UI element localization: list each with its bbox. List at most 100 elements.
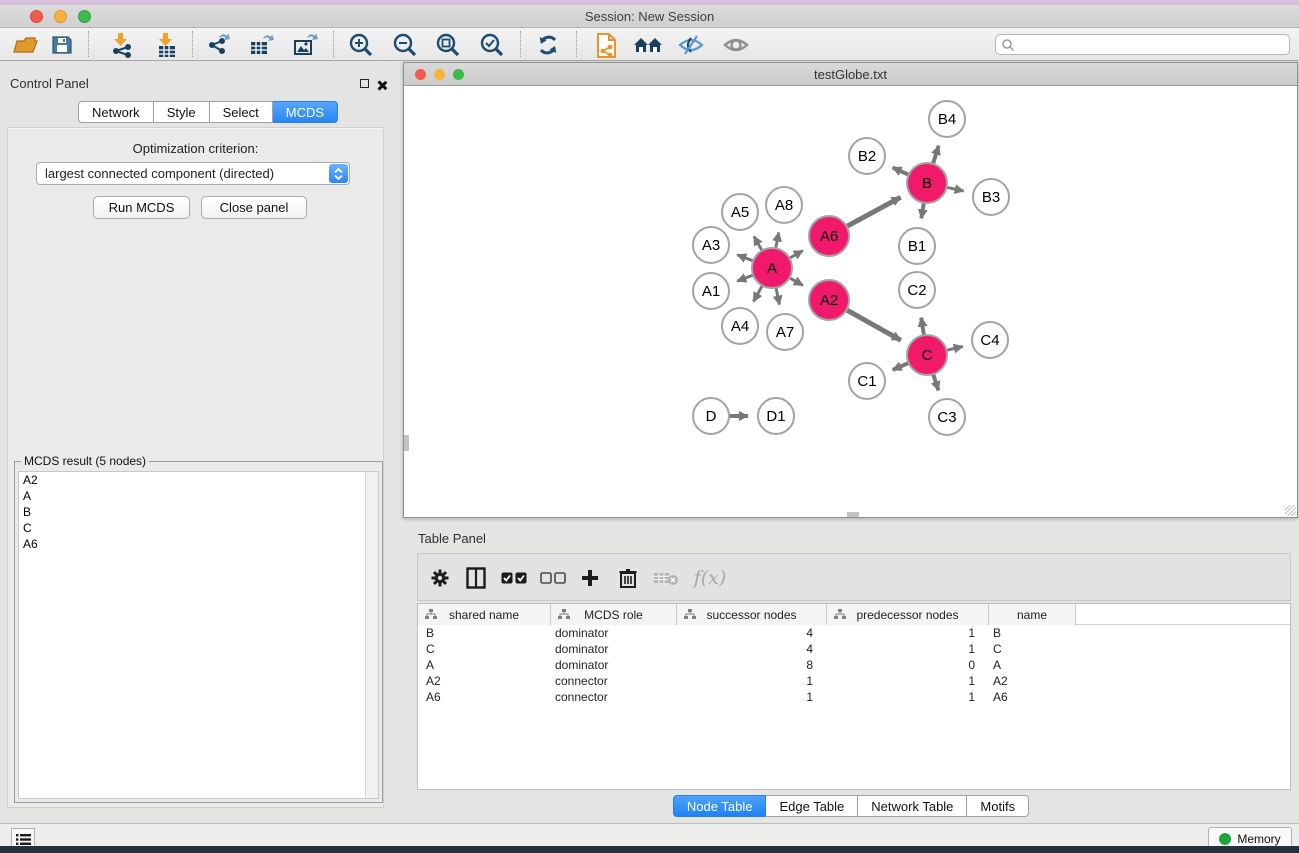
delete-table-icon[interactable] bbox=[652, 565, 680, 591]
close-window-icon[interactable] bbox=[30, 10, 43, 23]
minimize-window-icon[interactable] bbox=[54, 10, 67, 23]
column-header-mcds-role[interactable]: MCDS role bbox=[551, 604, 677, 625]
tab-mcds[interactable]: MCDS bbox=[273, 101, 338, 123]
show-panels-icon[interactable] bbox=[719, 30, 753, 60]
save-session-icon[interactable] bbox=[45, 30, 79, 60]
column-header-name[interactable]: name bbox=[989, 604, 1076, 625]
close-panel-icon[interactable] bbox=[376, 80, 387, 91]
edge-A-A8[interactable] bbox=[776, 233, 779, 250]
cell[interactable]: C bbox=[418, 641, 551, 657]
edge-A-A4[interactable] bbox=[754, 285, 763, 302]
cell[interactable]: 0 bbox=[827, 657, 989, 673]
cell[interactable]: 4 bbox=[677, 625, 827, 641]
cell[interactable]: connector bbox=[551, 673, 677, 689]
edge-A-A2[interactable] bbox=[789, 277, 803, 285]
edge-C-C1[interactable] bbox=[893, 363, 910, 370]
network-graph-canvas[interactable]: AA1A2A3A4A5A6A7A8BB1B2B3B4CC1C2C3C4DD1 bbox=[404, 87, 1297, 515]
add-column-icon[interactable] bbox=[576, 565, 604, 591]
column-header-shared-name[interactable]: shared name bbox=[418, 604, 551, 625]
network-from-file-icon[interactable] bbox=[590, 30, 624, 60]
edge-A-A6[interactable] bbox=[789, 251, 803, 259]
cell[interactable]: 8 bbox=[677, 657, 827, 673]
hide-panels-icon[interactable] bbox=[674, 30, 708, 60]
cell[interactable]: B bbox=[989, 625, 1076, 641]
home-icon[interactable] bbox=[631, 30, 665, 60]
zoom-fit-icon[interactable] bbox=[431, 30, 465, 60]
cell[interactable]: 1 bbox=[677, 673, 827, 689]
edge-A-A5[interactable] bbox=[754, 236, 763, 251]
tab-motifs[interactable]: Motifs bbox=[967, 795, 1029, 817]
export-table-icon[interactable] bbox=[244, 30, 278, 60]
maximize-window-icon[interactable] bbox=[78, 10, 91, 23]
criterion-dropdown[interactable]: largest connected component (directed) bbox=[36, 162, 350, 185]
edge-C-C4[interactable] bbox=[945, 346, 962, 350]
edge-A6-B[interactable] bbox=[846, 197, 901, 227]
edge-A-A1[interactable] bbox=[737, 275, 754, 281]
cell[interactable]: 1 bbox=[677, 689, 827, 705]
run-mcds-button[interactable]: Run MCDS bbox=[93, 196, 190, 219]
cell[interactable]: A6 bbox=[989, 689, 1076, 705]
table-row[interactable]: Adominator80A bbox=[418, 657, 1290, 673]
table-row[interactable]: Cdominator41C bbox=[418, 641, 1290, 657]
result-item[interactable]: A6 bbox=[19, 536, 378, 552]
edge-B-B3[interactable] bbox=[946, 187, 964, 191]
open-session-icon[interactable] bbox=[8, 30, 42, 60]
tab-network[interactable]: Network bbox=[78, 101, 154, 123]
select-all-icon[interactable] bbox=[500, 565, 528, 591]
refresh-icon[interactable] bbox=[531, 30, 565, 60]
cell[interactable]: 1 bbox=[827, 641, 989, 657]
cell[interactable]: dominator bbox=[551, 657, 677, 673]
search-field[interactable] bbox=[995, 34, 1290, 55]
delete-column-icon[interactable] bbox=[614, 565, 642, 591]
cell[interactable]: A bbox=[418, 657, 551, 673]
table-row[interactable]: Bdominator41B bbox=[418, 625, 1290, 641]
horizontal-scroll-nub[interactable] bbox=[847, 512, 859, 517]
cell[interactable]: 4 bbox=[677, 641, 827, 657]
cell[interactable]: dominator bbox=[551, 625, 677, 641]
tab-node-table[interactable]: Node Table bbox=[673, 795, 767, 817]
cell[interactable]: A2 bbox=[989, 673, 1076, 689]
cell[interactable]: 1 bbox=[827, 625, 989, 641]
search-input[interactable] bbox=[1015, 38, 1289, 52]
import-network-icon[interactable] bbox=[105, 30, 139, 60]
result-item[interactable]: C bbox=[19, 520, 378, 536]
cell[interactable]: dominator bbox=[551, 641, 677, 657]
column-header-successor-nodes[interactable]: successor nodes bbox=[677, 604, 827, 625]
result-scrollbar[interactable] bbox=[365, 472, 378, 798]
edge-C-C2[interactable] bbox=[921, 318, 924, 337]
zoom-in-icon[interactable] bbox=[344, 30, 378, 60]
edge-B-B2[interactable] bbox=[893, 167, 910, 175]
edge-B-B1[interactable] bbox=[921, 202, 924, 219]
vertical-scroll-nub[interactable] bbox=[404, 435, 409, 451]
tab-edge-table[interactable]: Edge Table bbox=[766, 795, 858, 817]
float-panel-icon[interactable] bbox=[360, 79, 369, 88]
maximize-view-icon[interactable] bbox=[453, 69, 464, 80]
import-table-icon[interactable] bbox=[150, 30, 184, 60]
column-visibility-icon[interactable] bbox=[462, 565, 490, 591]
export-network-icon[interactable] bbox=[201, 30, 235, 60]
result-item[interactable]: A bbox=[19, 488, 378, 504]
tab-select[interactable]: Select bbox=[210, 101, 273, 123]
table-row[interactable]: A6connector11A6 bbox=[418, 689, 1290, 705]
function-builder-icon[interactable]: f(x) bbox=[690, 565, 730, 591]
cell[interactable]: C bbox=[989, 641, 1076, 657]
cell[interactable]: A2 bbox=[418, 673, 551, 689]
cell[interactable]: B bbox=[418, 625, 551, 641]
cell[interactable]: connector bbox=[551, 689, 677, 705]
edge-A-A7[interactable] bbox=[776, 287, 780, 305]
edge-B-B4[interactable] bbox=[933, 146, 939, 165]
close-view-icon[interactable] bbox=[415, 69, 426, 80]
zoom-out-icon[interactable] bbox=[388, 30, 422, 60]
minimize-view-icon[interactable] bbox=[434, 69, 445, 80]
tab-style[interactable]: Style bbox=[154, 101, 210, 123]
table-row[interactable]: A2connector11A2 bbox=[418, 673, 1290, 689]
cell[interactable]: A6 bbox=[418, 689, 551, 705]
export-image-icon[interactable] bbox=[288, 30, 322, 60]
edge-C-C3[interactable] bbox=[933, 373, 939, 390]
edge-A2-C[interactable] bbox=[846, 309, 901, 340]
result-item[interactable]: A2 bbox=[19, 472, 378, 488]
result-item[interactable]: B bbox=[19, 504, 378, 520]
deselect-all-icon[interactable] bbox=[539, 565, 567, 591]
cell[interactable]: 1 bbox=[827, 673, 989, 689]
mcds-result-list[interactable]: A2ABCA6 bbox=[18, 471, 379, 799]
